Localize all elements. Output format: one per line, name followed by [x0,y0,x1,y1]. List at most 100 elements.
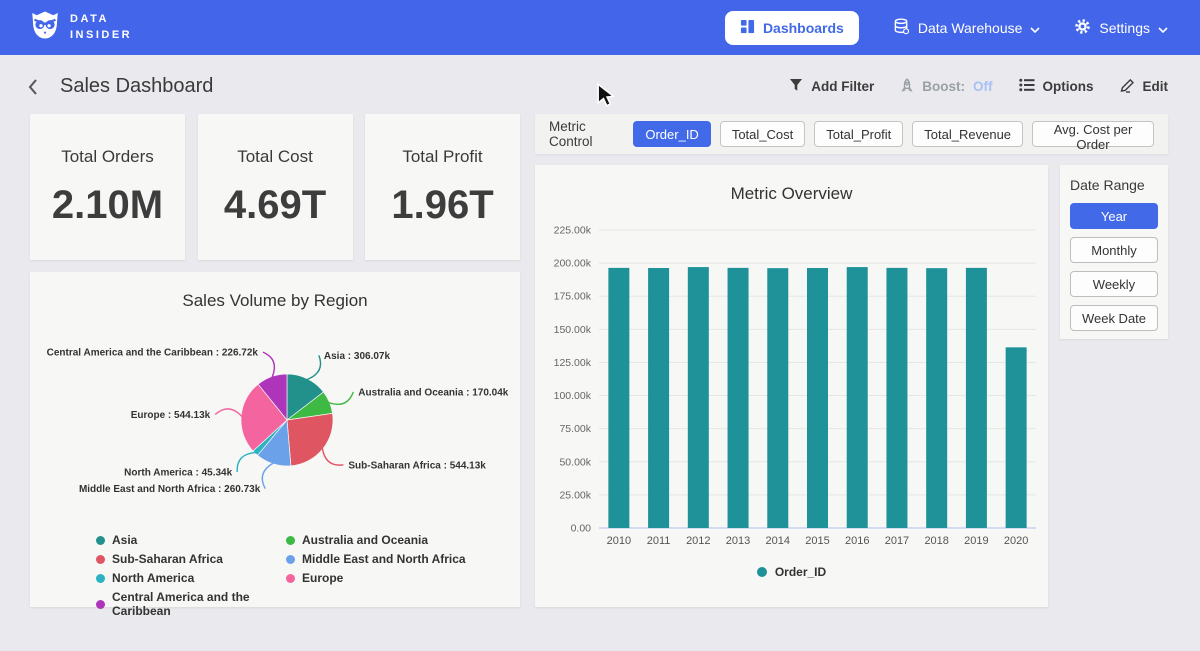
legend-label: Middle East and North Africa [302,552,466,566]
legend-item-australia-and-oceania: Australia and Oceania [286,533,466,547]
x-label-2013: 2013 [726,535,750,547]
bar-2020[interactable] [1006,347,1027,528]
pie-callout-line-central-america-and-the-caribbean [263,352,274,378]
nav-dashboards-button[interactable]: Dashboards [725,11,859,45]
boost-label: Boost: [922,79,965,94]
metric-chip-total-revenue[interactable]: Total_Revenue [912,121,1023,147]
x-label-2015: 2015 [805,535,829,547]
pie-label-australia-and-oceania: Australia and Oceania : 170.04k [358,388,509,399]
bar-2010[interactable] [608,268,629,528]
y-tick-50.00k: 50.00k [559,456,591,468]
legend-label: Asia [112,533,137,547]
y-tick-75.00k: 75.00k [559,423,591,435]
metric-control-bar: Metric Control Order_ID Total_Cost Total… [535,114,1168,154]
bar-2016[interactable] [847,267,868,528]
bar-2015[interactable] [807,268,828,528]
bar-2011[interactable] [648,268,669,528]
back-button[interactable] [28,78,38,96]
edit-label: Edit [1143,79,1169,94]
date-range-title: Date Range [1070,177,1158,193]
kpi-label: Total Profit [365,147,520,167]
bar-2013[interactable] [728,268,749,528]
pie-label-middle-east-and-north-africa: Middle East and North Africa : 260.73k [79,484,261,495]
legend-dot [96,600,105,609]
options-button[interactable]: Options [1019,78,1094,95]
kpi-label: Total Cost [198,147,353,167]
gear-icon [1074,18,1091,38]
pie-legend: AsiaSub-Saharan AfricaNorth AmericaCentr… [30,527,520,618]
bar-chart-title: Metric Overview [535,165,1048,210]
database-icon [893,18,910,38]
date-range-weekly[interactable]: Weekly [1070,271,1158,297]
y-tick-100.00k: 100.00k [554,390,592,402]
legend-dot [757,567,767,577]
date-range-year[interactable]: Year [1070,203,1158,229]
add-filter-button[interactable]: Add Filter [789,78,874,95]
rocket-icon [900,78,914,96]
bar-2017[interactable] [886,268,907,528]
list-icon [1019,78,1035,95]
pie-label-europe: Europe : 544.13k [131,410,211,421]
y-tick-0.00: 0.00 [571,523,592,535]
kpi-value: 1.96T [365,183,520,228]
legend-label: Australia and Oceania [302,533,428,547]
pie-legend-column: Australia and Oceania Middle East and Nor… [286,533,466,618]
x-label-2017: 2017 [885,535,909,547]
kpi-row: Total Orders 2.10M Total Cost 4.69T Tota… [30,114,520,260]
pie-label-sub-saharan-africa: Sub-Saharan Africa : 544.13k [348,460,486,471]
legend-dot [96,574,105,583]
legend-item-europe: Europe [286,571,466,585]
legend-label: Sub-Saharan Africa [112,552,223,566]
nav-dashboards-label: Dashboards [763,20,844,36]
kpi-total-cost: Total Cost 4.69T [198,114,353,260]
legend-item-sub-saharan-africa: Sub-Saharan Africa [96,552,286,566]
metric-control-label: Metric Control [549,119,620,149]
kpi-value: 2.10M [30,183,185,228]
metric-chip-total-profit[interactable]: Total_Profit [814,121,903,147]
y-tick-25.00k: 25.00k [559,489,591,501]
pencil-icon [1120,78,1135,96]
nav-settings-button[interactable]: Settings [1074,18,1168,38]
legend-dot [286,536,295,545]
bar-2019[interactable] [966,268,987,528]
pie-chart-title: Sales Volume by Region [30,272,520,317]
bar-2014[interactable] [767,268,788,528]
date-range-panel: Date Range Year Monthly Weekly Week Date [1060,165,1168,339]
bar-chart-legend: Order_ID [535,565,1048,579]
pie-callout-line-north-america [237,453,256,473]
dashboard-grid-icon [740,19,755,37]
boost-toggle[interactable]: Boost: Off [900,78,992,96]
bar-chart: 0.00 25.00k 50.00k 75.00k 100.00k 125.00k 150.… [539,210,1044,555]
metric-chip-total-cost[interactable]: Total_Cost [720,121,805,147]
edit-button[interactable]: Edit [1120,78,1169,96]
bar-2012[interactable] [688,267,709,528]
bar-2018[interactable] [926,268,947,528]
page-title: Sales Dashboard [60,75,213,98]
pie-label-north-america: North America : 45.34k [124,468,232,479]
nav-settings-label: Settings [1099,20,1150,36]
y-tick-225.00k: 225.00k [554,225,592,237]
y-tick-175.00k: 175.00k [554,291,592,303]
kpi-value: 4.69T [198,183,353,228]
metric-chip-avg-cost-per-order[interactable]: Avg. Cost per Order [1032,121,1154,147]
legend-label: North America [112,571,194,585]
legend-dot [96,536,105,545]
pie-chart-card: Sales Volume by Region Asia : 306.07kAus… [30,272,520,607]
top-nav: DATA INSIDER Dashboards [0,0,1200,55]
brand-text: DATA INSIDER [70,12,132,44]
brand: DATA INSIDER [30,10,132,45]
nav-data-warehouse-label: Data Warehouse [918,20,1023,36]
pie-callout-line-europe [215,409,242,417]
nav-data-warehouse-button[interactable]: Data Warehouse [893,18,1041,38]
x-label-2014: 2014 [766,535,790,547]
y-tick-125.00k: 125.00k [554,357,592,369]
date-range-monthly[interactable]: Monthly [1070,237,1158,263]
pie-callout-line-middle-east-and-north-africa [262,463,273,489]
y-tick-150.00k: 150.00k [554,324,592,336]
x-label-2018: 2018 [924,535,948,547]
boost-value: Off [973,79,993,94]
metric-chip-order-id[interactable]: Order_ID [633,121,710,147]
options-label: Options [1043,79,1094,94]
filter-icon [789,78,803,95]
date-range-week-date[interactable]: Week Date [1070,305,1158,331]
